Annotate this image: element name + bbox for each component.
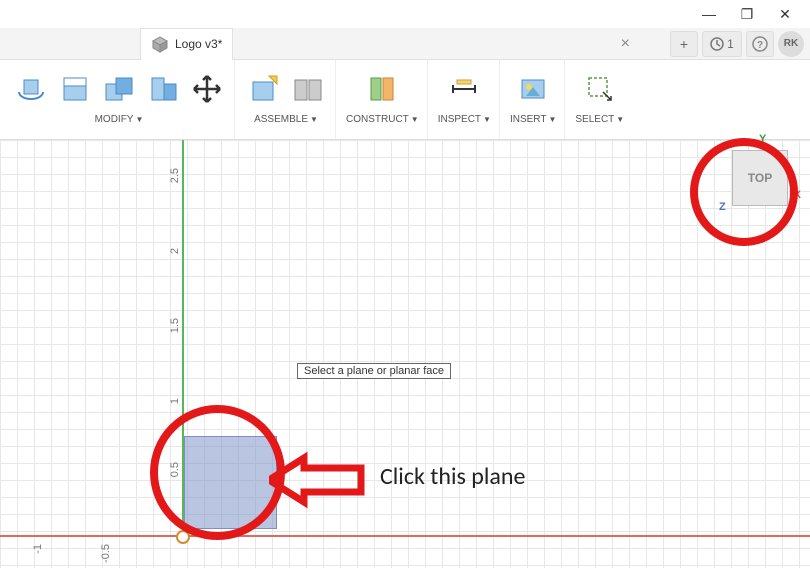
modeling-canvas[interactable]: 2.5 2 1.5 1 0.5 -1 -0.5 Select a plane o… <box>0 140 810 568</box>
plane-tool[interactable] <box>363 70 401 108</box>
caret-down-icon: ▼ <box>483 115 491 124</box>
annotation-arrow <box>269 450 369 510</box>
fillet-tool[interactable] <box>56 70 94 108</box>
x-axis <box>0 535 810 537</box>
document-tab[interactable]: Logo v3* <box>140 28 233 60</box>
annotation-label: Click this plane <box>380 462 525 491</box>
canvas-grid <box>0 140 810 568</box>
select-dropdown[interactable]: SELECT▼ <box>575 114 624 125</box>
svg-text:?: ? <box>757 40 763 51</box>
caret-down-icon: ▼ <box>135 115 143 124</box>
help-icon: ? <box>752 36 768 52</box>
press-pull-tool[interactable] <box>12 70 50 108</box>
user-avatar[interactable]: RK <box>778 31 804 57</box>
modify-dropdown[interactable]: MODIFY▼ <box>95 114 144 125</box>
cube-icon <box>151 35 169 53</box>
clock-icon <box>710 37 724 51</box>
select-group: SELECT▼ <box>567 60 632 139</box>
help-button[interactable]: ? <box>746 31 774 57</box>
construct-dropdown[interactable]: CONSTRUCT▼ <box>346 114 419 125</box>
caret-down-icon: ▼ <box>548 115 556 124</box>
document-tabbar: Logo v3* × + 1 ? RK <box>0 28 810 60</box>
modify-group: MODIFY▼ <box>4 60 235 139</box>
insert-tool[interactable] <box>514 70 552 108</box>
caret-down-icon: ▼ <box>310 115 318 124</box>
caret-down-icon: ▼ <box>411 115 419 124</box>
annotation-circle-plane <box>150 405 285 540</box>
tab-close-button[interactable]: × <box>621 35 630 53</box>
align-tool[interactable] <box>144 70 182 108</box>
y-tick: 1.5 <box>169 318 181 333</box>
move-tool[interactable] <box>188 70 226 108</box>
select-tool[interactable] <box>581 70 619 108</box>
assemble-group: ASSEMBLE▼ <box>237 60 336 139</box>
x-tick: -1 <box>32 544 44 554</box>
window-titlebar: — ❐ ✕ <box>0 0 810 28</box>
job-count: 1 <box>727 37 734 51</box>
y-tick: 1 <box>169 398 181 404</box>
window-minimize-button[interactable]: — <box>690 1 728 27</box>
y-tick: 2.5 <box>169 168 181 183</box>
caret-down-icon: ▼ <box>616 115 624 124</box>
tooltip-hint: Select a plane or planar face <box>297 363 451 379</box>
x-tick: -0.5 <box>100 544 112 563</box>
new-tab-button[interactable]: + <box>670 31 698 57</box>
job-status-button[interactable]: 1 <box>702 31 742 57</box>
measure-tool[interactable] <box>445 70 483 108</box>
assemble-dropdown[interactable]: ASSEMBLE▼ <box>254 114 318 125</box>
window-maximize-button[interactable]: ❐ <box>728 1 766 27</box>
tabbar-right-controls: + 1 ? RK <box>670 31 804 57</box>
new-component-tool[interactable] <box>245 70 283 108</box>
inspect-group: INSPECT▼ <box>430 60 500 139</box>
main-toolbar: MODIFY▼ ASSEMBLE▼ CONSTRUCT▼ <box>0 60 810 140</box>
tab-title: Logo v3* <box>175 37 222 51</box>
insert-dropdown[interactable]: INSERT▼ <box>510 114 556 125</box>
inspect-dropdown[interactable]: INSPECT▼ <box>438 114 491 125</box>
construct-group: CONSTRUCT▼ <box>338 60 428 139</box>
annotation-circle-viewcube <box>690 138 798 246</box>
insert-group: INSERT▼ <box>502 60 565 139</box>
y-tick: 2 <box>169 248 181 254</box>
joint-tool[interactable] <box>289 70 327 108</box>
combine-tool[interactable] <box>100 70 138 108</box>
window-close-button[interactable]: ✕ <box>766 1 804 27</box>
